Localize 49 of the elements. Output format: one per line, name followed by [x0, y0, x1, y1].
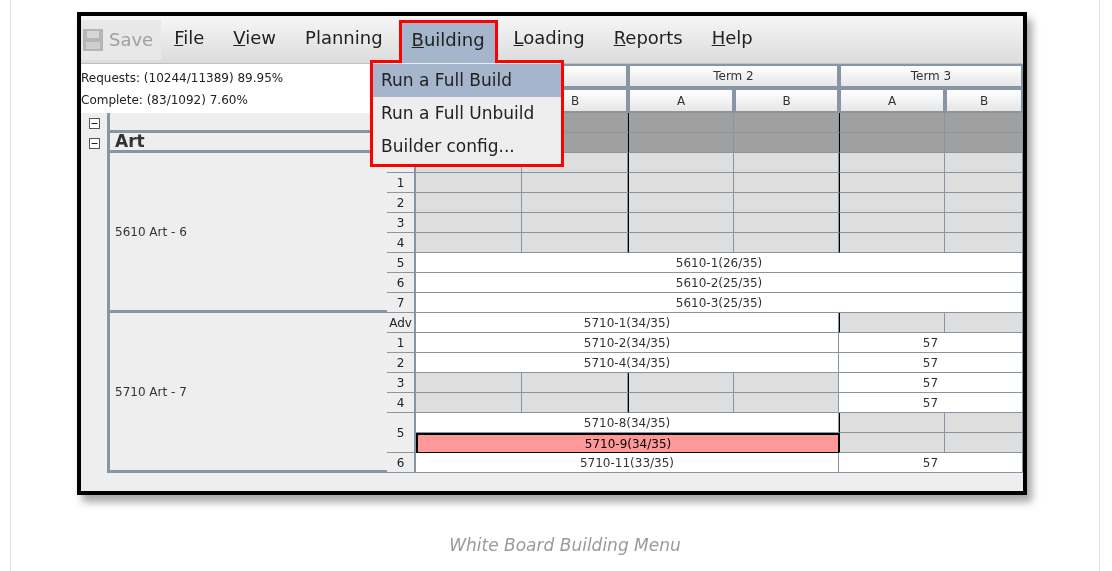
- period-label: 2: [387, 193, 416, 213]
- summary-text: Complete: (83/1092) 7.60%: [81, 91, 249, 109]
- section-cell: 5710-4(34/35): [416, 353, 839, 373]
- term-header: Term 3: [839, 64, 1023, 88]
- period-label: 7: [387, 293, 416, 313]
- menu-item[interactable]: Loading: [500, 20, 598, 63]
- section-cell: 57: [839, 373, 1023, 393]
- period-label: 1: [387, 333, 416, 353]
- figure-caption: White Board Building Menu: [449, 534, 681, 557]
- menu-item[interactable]: Planning: [292, 20, 396, 63]
- dropdown-menu-item[interactable]: Run a Full Build: [373, 64, 561, 97]
- column-header: A: [839, 88, 945, 113]
- menu-item[interactable]: View: [220, 20, 290, 63]
- section-cell: 57: [839, 393, 1023, 413]
- term-header: Term 2: [628, 64, 839, 88]
- period-label: 4: [387, 233, 416, 253]
- section-cell: 5710-8(34/35): [416, 413, 839, 433]
- collapse-icon[interactable]: [88, 117, 100, 129]
- flagged-section-cell: 5710-9(34/35): [416, 433, 839, 453]
- period-label: 6: [387, 273, 416, 293]
- column-header: A: [628, 88, 734, 113]
- period-label: 4: [387, 393, 416, 413]
- column-header: B: [945, 88, 1023, 113]
- period-label: 1: [387, 173, 416, 193]
- period-label: Adv: [387, 313, 416, 333]
- period-label: 5: [387, 413, 416, 453]
- section-cell: 5710-11(33/35): [416, 453, 839, 473]
- menu-item[interactable]: File: [161, 20, 218, 63]
- period-label: 3: [387, 373, 416, 393]
- menu-item[interactable]: Reports: [600, 20, 696, 63]
- course-name: 5610 Art - 6: [115, 223, 187, 241]
- dropdown-menu-item[interactable]: Builder config...: [373, 130, 561, 163]
- section-cell: 57: [839, 453, 1023, 473]
- section-cell: 5610-3(25/35): [416, 293, 1023, 313]
- period-label: 3: [387, 213, 416, 233]
- section-cell: 5710-1(34/35): [416, 313, 839, 333]
- section-cell: 5710-2(34/35): [416, 333, 839, 353]
- collapse-icon[interactable]: [88, 137, 100, 149]
- period-label: 2: [387, 353, 416, 373]
- section-cell: 5610-2(25/35): [416, 273, 1023, 293]
- period-label: 5: [387, 253, 416, 273]
- section-cell: 57: [839, 353, 1023, 373]
- menu-item[interactable]: Help: [698, 20, 766, 63]
- section-cell: 57: [839, 333, 1023, 353]
- course-name: 5710 Art - 7: [115, 383, 187, 401]
- menu-item[interactable]: Building: [398, 20, 498, 63]
- period-label: 6: [387, 453, 416, 473]
- column-header: B: [734, 88, 839, 113]
- section-cell: 5610-1(26/35): [416, 253, 1023, 273]
